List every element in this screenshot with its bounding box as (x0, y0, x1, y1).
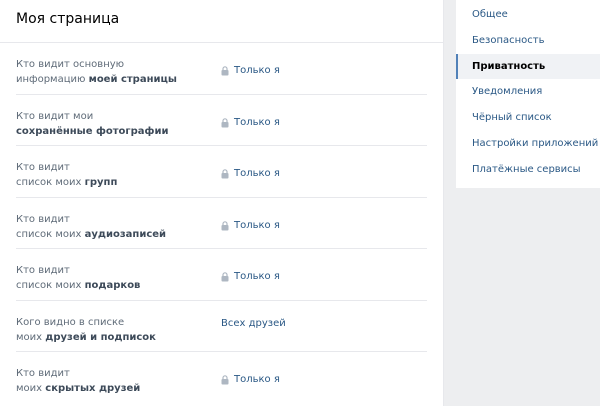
sidebar-item-security[interactable]: Безопасность (456, 28, 600, 54)
privacy-row-audio: Кто видит список моих аудиозаписей Тольк… (16, 198, 427, 249)
page-title: Моя страница (16, 11, 120, 27)
privacy-row-friends-subscriptions: Кого видно в списке моих друзей и подпис… (16, 301, 427, 352)
privacy-row-saved-photos: Кто видит мои сохранённые фотографии Тол… (16, 95, 427, 146)
privacy-row-hidden-friends: Кто видит моих скрытых друзей Только я (16, 352, 427, 404)
row-label: Кого видно в списке моих друзей и подпис… (16, 316, 156, 343)
lock-icon (221, 66, 229, 76)
row-label: Кто видит список моих аудиозаписей (16, 213, 167, 240)
sidebar-item-notifications[interactable]: Уведомления (456, 79, 600, 105)
row-label: Кто видит моих скрытых друзей (16, 368, 141, 394)
privacy-rows: Кто видит основную информацию моей стран… (0, 43, 443, 404)
privacy-setting-dropdown[interactable]: Только я (221, 271, 280, 283)
privacy-row-gifts: Кто видит список моих подарков Только я (16, 249, 427, 301)
lock-icon (221, 375, 229, 385)
privacy-row-main-info: Кто видит основную информацию моей стран… (16, 43, 427, 95)
privacy-setting-dropdown[interactable]: Только я (221, 220, 280, 232)
sidebar-item-app-settings[interactable]: Настройки приложений (456, 131, 600, 157)
row-label: Кто видит основную информацию моей стран… (16, 59, 177, 85)
lock-icon (221, 169, 229, 179)
lock-icon (221, 272, 229, 282)
row-label: Кто видит мои сохранённые фотографии (16, 110, 169, 137)
lock-icon (221, 117, 229, 127)
privacy-setting-dropdown[interactable]: Только я (221, 168, 280, 180)
row-label: Кто видит список моих групп (16, 162, 118, 188)
sidebar-item-payment-services[interactable]: Платёжные сервисы (456, 157, 600, 183)
sidebar-item-blacklist[interactable]: Чёрный список (456, 105, 600, 131)
settings-sidebar: Общее Безопасность Приватность Уведомлен… (456, 0, 600, 188)
privacy-panel: Моя страница Кто видит основную информац… (0, 0, 444, 406)
page-header: Моя страница (0, 0, 443, 43)
privacy-setting-dropdown[interactable]: Только я (221, 65, 280, 77)
lock-icon (221, 220, 229, 230)
privacy-setting-dropdown[interactable]: Только я (221, 117, 280, 129)
privacy-setting-dropdown[interactable]: Всех друзей (221, 318, 286, 330)
row-label: Кто видит список моих подарков (16, 265, 141, 291)
sidebar-item-privacy[interactable]: Приватность (456, 53, 600, 80)
sidebar-item-general[interactable]: Общее (456, 2, 600, 28)
privacy-setting-dropdown[interactable]: Только я (221, 374, 280, 386)
privacy-row-groups: Кто видит список моих групп Только я (16, 146, 427, 198)
